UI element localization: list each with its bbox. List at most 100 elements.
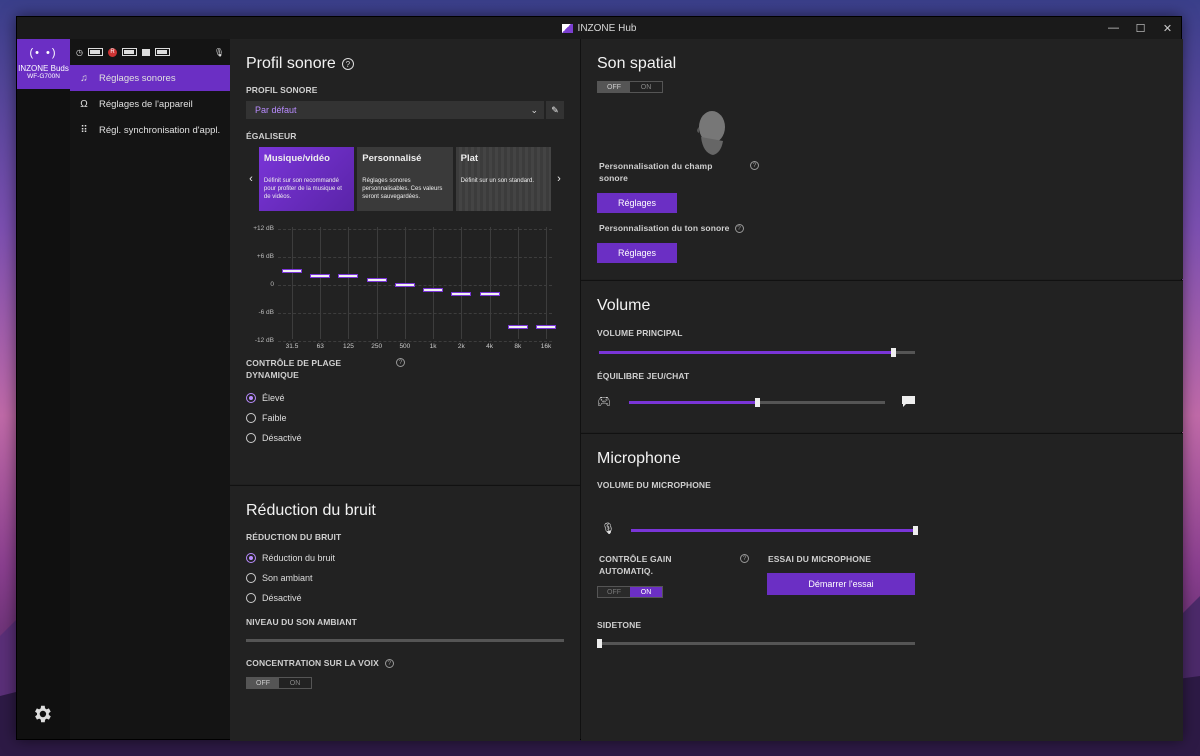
eq-y-label: +6 dB <box>256 253 274 260</box>
radio-dot <box>246 392 256 403</box>
help-icon[interactable]: ? <box>341 58 354 70</box>
eq-band-label: 250 <box>371 343 383 350</box>
game-chat-balance-slider[interactable] <box>629 398 885 407</box>
help-icon[interactable]: ? <box>740 554 749 563</box>
close-button[interactable]: ✕ <box>1154 17 1181 39</box>
presets-prev-arrow[interactable]: ‹ <box>246 173 256 185</box>
nav-item-sound-settings[interactable]: ♫ Réglages sonores <box>70 65 230 91</box>
pencil-icon: ✎ <box>551 104 559 115</box>
sound-field-settings-button[interactable]: Réglages <box>597 193 677 213</box>
profile-label: PROFIL SONORE <box>246 85 318 95</box>
preset-title: Musique/vidéo <box>263 153 330 164</box>
grid-icon: ⠿ <box>80 124 88 136</box>
eq-band-handle[interactable] <box>423 287 444 292</box>
spatial-sound-panel: Son spatial OFF ON Personnalisation du c… <box>581 39 1183 279</box>
eq-band-handle[interactable] <box>282 269 302 273</box>
nav-item-app-sync[interactable]: ⠿ Régl. synchronisation d'appl. <box>70 117 230 143</box>
help-icon[interactable]: ? <box>396 358 405 367</box>
right-bud-icon: R <box>107 47 117 57</box>
sidetone-slider[interactable] <box>597 639 915 648</box>
help-icon[interactable]: ? <box>750 161 759 170</box>
eq-band-handle[interactable] <box>394 283 415 287</box>
equalizer-label: ÉGALISEUR <box>246 131 297 141</box>
help-icon[interactable]: ? <box>734 223 744 233</box>
eq-band-handle[interactable] <box>366 278 387 283</box>
eq-band-handle[interactable] <box>310 273 331 278</box>
slider-knob[interactable] <box>597 639 602 648</box>
drc-option-off[interactable]: Désactivé <box>246 428 564 448</box>
start-mic-test-button[interactable]: Démarrer l'essai <box>767 573 915 595</box>
slider-knob[interactable] <box>913 526 918 535</box>
battery-right-icon <box>121 48 137 56</box>
eq-band-track <box>376 227 378 339</box>
radio-dot <box>246 553 256 563</box>
preset-card-music-video[interactable]: Musique/vidéo Définit sur son recommandé… <box>258 147 355 211</box>
mic-volume-slider[interactable] <box>631 526 918 535</box>
minimize-button[interactable]: — <box>1100 17 1127 39</box>
eq-band-track <box>489 227 491 339</box>
drc-option-high[interactable]: Élevé <box>246 388 564 408</box>
slider-knob[interactable] <box>755 398 760 407</box>
preset-title: Plat <box>460 153 479 164</box>
main-volume-slider[interactable] <box>599 348 915 357</box>
title-bar: INZONE Hub — ☐ ✕ <box>17 17 1181 39</box>
sound-profile-panel: Profil sonore? PROFIL SONORE Par défaut … <box>230 39 580 484</box>
agc-label: CONTRÔLE GAIN AUTOMATIQ. <box>599 554 672 576</box>
eq-band-label: 125 <box>343 343 354 350</box>
profile-selected: Par défaut <box>255 105 297 115</box>
toggle-off: OFF <box>598 82 630 92</box>
radio-label: Réduction du bruit <box>262 553 336 563</box>
edit-profile-button[interactable]: ✎ <box>546 101 564 119</box>
nr-option-off[interactable]: Désactivé <box>246 588 564 608</box>
preset-desc: Définit sur un son standard. <box>460 177 535 184</box>
preset-card-custom[interactable]: Personnalisé Réglages sonores personnali… <box>357 147 453 211</box>
nr-option-noise-reduction[interactable]: Réduction du bruit <box>246 548 564 568</box>
mic-test-label: ESSAI DU MICROPHONE <box>768 554 871 564</box>
eq-band-handle[interactable] <box>451 292 472 297</box>
presets-next-arrow[interactable]: › <box>554 173 564 185</box>
device-tile[interactable]: (• •) INZONE Buds WF-G700N <box>17 39 70 89</box>
eq-gridline <box>278 257 552 258</box>
eq-band-handle[interactable] <box>536 325 556 329</box>
eq-band-handle[interactable] <box>507 325 528 329</box>
drc-option-low[interactable]: Faible <box>246 408 564 428</box>
eq-band-handle[interactable] <box>479 292 500 297</box>
nav-item-label: Réglages sonores <box>99 72 176 84</box>
eq-band-track <box>348 227 350 339</box>
ambient-level-slider[interactable] <box>246 639 564 642</box>
nav-item-device-settings[interactable]: Ω Réglages de l'appareil <box>70 91 230 117</box>
gear-icon[interactable] <box>31 703 53 725</box>
preset-title: Personnalisé <box>362 153 422 164</box>
noise-reduction-panel: Réduction du bruit RÉDUCTION DU BRUIT Ré… <box>230 485 580 741</box>
spatial-sound-toggle[interactable]: OFF ON <box>597 81 663 93</box>
microphone-icon: 🎙 <box>601 523 615 535</box>
agc-toggle[interactable]: OFF ON <box>597 586 663 598</box>
microphone-panel: Microphone VOLUME DU MICROPHONE 🎙 CONTRÔ… <box>581 433 1183 741</box>
preset-card-flat[interactable]: Plat Définit sur un son standard. <box>455 147 552 211</box>
sound-profile-heading: Profil sonore? <box>246 55 564 73</box>
nav-item-label: Régl. synchronisation d'appl. <box>99 124 221 136</box>
microphone-icon: 🎙 <box>213 47 224 57</box>
eq-gridline <box>278 285 552 286</box>
eq-band-label: 31.5 <box>285 343 299 350</box>
help-icon[interactable]: ? <box>384 658 394 668</box>
earbuds-icon: (• •) <box>29 47 58 60</box>
sound-tone-settings-button[interactable]: Réglages <box>597 243 677 263</box>
equalizer-graph: +12 dB +6 dB 0 -6 dB -12 dB 31.5 63 125 250 500 1k… <box>246 223 564 358</box>
nr-option-ambient[interactable]: Son ambiant <box>246 568 564 588</box>
toggle-on: ON <box>289 679 301 687</box>
eq-band-label: 1k <box>429 343 437 350</box>
chevron-down-icon: ⌄ <box>530 104 538 115</box>
eq-band-handle[interactable] <box>338 273 359 278</box>
eq-band-track <box>461 227 463 339</box>
profile-dropdown[interactable]: Par défaut ⌄ <box>246 101 544 119</box>
slider-knob[interactable] <box>890 348 896 357</box>
slider-fill <box>599 351 893 354</box>
voice-focus-toggle[interactable]: OFF ON <box>246 677 312 689</box>
maximize-button[interactable]: ☐ <box>1127 17 1154 39</box>
radio-dot <box>246 432 256 443</box>
eq-band-track <box>546 227 547 339</box>
nav-panel: ◷ R 🎙 ♫ Réglages sonores Ω Réglages de l… <box>70 39 230 739</box>
head-icon <box>697 111 725 155</box>
window-title: INZONE Hub <box>577 22 637 34</box>
